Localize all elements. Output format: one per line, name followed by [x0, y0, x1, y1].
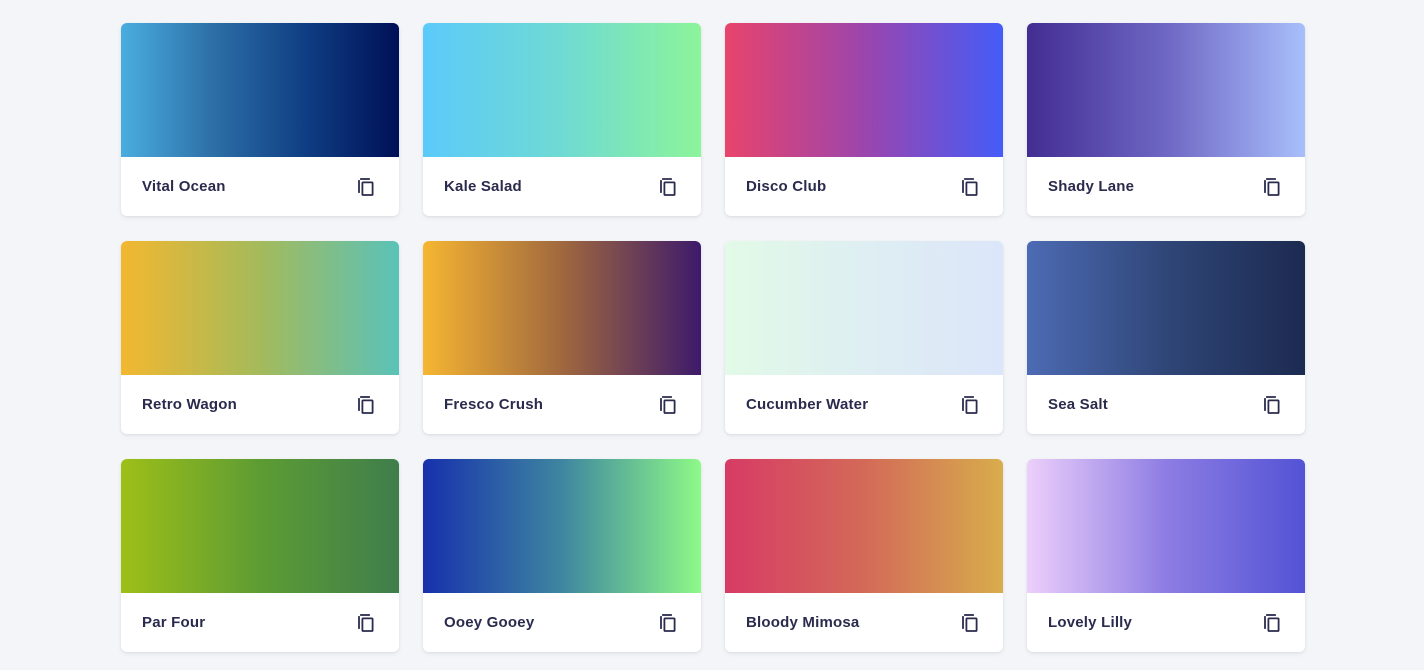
gradient-swatch[interactable] — [725, 23, 1003, 157]
copy-icon — [962, 177, 978, 196]
card-footer: Lovely Lilly — [1027, 593, 1305, 652]
gradient-grid: Vital Ocean Kale Salad Disco Club Shady … — [121, 23, 1305, 652]
gradient-swatch[interactable] — [423, 23, 701, 157]
gradient-swatch[interactable] — [121, 23, 399, 157]
card-footer: Fresco Crush — [423, 375, 701, 434]
gradient-card[interactable]: Cucumber Water — [725, 241, 1003, 434]
gradient-card[interactable]: Bloody Mimosa — [725, 459, 1003, 652]
gradient-swatch[interactable] — [725, 459, 1003, 593]
gradient-name: Par Four — [142, 614, 206, 631]
copy-button[interactable] — [1261, 612, 1283, 634]
copy-button[interactable] — [657, 176, 679, 198]
gradient-swatch[interactable] — [121, 459, 399, 593]
gradient-swatch[interactable] — [423, 241, 701, 375]
gradient-swatch[interactable] — [1027, 241, 1305, 375]
copy-button[interactable] — [657, 612, 679, 634]
copy-button[interactable] — [959, 612, 981, 634]
gradient-swatch[interactable] — [1027, 23, 1305, 157]
gradient-name: Retro Wagon — [142, 396, 237, 413]
card-footer: Vital Ocean — [121, 157, 399, 216]
gradient-name: Kale Salad — [444, 178, 522, 195]
copy-button[interactable] — [355, 394, 377, 416]
gradient-name: Vital Ocean — [142, 178, 226, 195]
card-footer: Sea Salt — [1027, 375, 1305, 434]
gradient-card[interactable]: Fresco Crush — [423, 241, 701, 434]
gradient-card[interactable]: Vital Ocean — [121, 23, 399, 216]
gradient-name: Cucumber Water — [746, 396, 869, 413]
gradient-card[interactable]: Ooey Gooey — [423, 459, 701, 652]
gradient-card[interactable]: Disco Club — [725, 23, 1003, 216]
copy-icon — [962, 395, 978, 414]
gradient-name: Lovely Lilly — [1048, 614, 1133, 631]
copy-button[interactable] — [959, 394, 981, 416]
copy-icon — [1264, 395, 1280, 414]
copy-icon — [660, 395, 676, 414]
gradient-card[interactable]: Kale Salad — [423, 23, 701, 216]
copy-button[interactable] — [1261, 394, 1283, 416]
card-footer: Disco Club — [725, 157, 1003, 216]
card-footer: Retro Wagon — [121, 375, 399, 434]
copy-button[interactable] — [355, 176, 377, 198]
card-footer: Shady Lane — [1027, 157, 1305, 216]
gradient-swatch[interactable] — [1027, 459, 1305, 593]
copy-icon — [962, 613, 978, 632]
card-footer: Ooey Gooey — [423, 593, 701, 652]
card-footer: Cucumber Water — [725, 375, 1003, 434]
copy-button[interactable] — [355, 612, 377, 634]
gradient-name: Fresco Crush — [444, 396, 544, 413]
gradient-swatch[interactable] — [725, 241, 1003, 375]
copy-button[interactable] — [1261, 176, 1283, 198]
gradient-name: Ooey Gooey — [444, 614, 535, 631]
gradient-name: Disco Club — [746, 178, 827, 195]
copy-icon — [1264, 613, 1280, 632]
card-footer: Kale Salad — [423, 157, 701, 216]
gradient-card[interactable]: Sea Salt — [1027, 241, 1305, 434]
gradient-swatch[interactable] — [423, 459, 701, 593]
copy-icon — [358, 395, 374, 414]
copy-icon — [660, 613, 676, 632]
copy-icon — [1264, 177, 1280, 196]
gradient-card[interactable]: Retro Wagon — [121, 241, 399, 434]
copy-icon — [358, 177, 374, 196]
gradient-name: Shady Lane — [1048, 178, 1135, 195]
card-footer: Bloody Mimosa — [725, 593, 1003, 652]
gradient-swatch[interactable] — [121, 241, 399, 375]
gradient-name: Bloody Mimosa — [746, 614, 860, 631]
gradient-card[interactable]: Lovely Lilly — [1027, 459, 1305, 652]
copy-icon — [660, 177, 676, 196]
copy-button[interactable] — [959, 176, 981, 198]
gradient-card[interactable]: Shady Lane — [1027, 23, 1305, 216]
card-footer: Par Four — [121, 593, 399, 652]
gradient-card[interactable]: Par Four — [121, 459, 399, 652]
copy-button[interactable] — [657, 394, 679, 416]
copy-icon — [358, 613, 374, 632]
gradient-name: Sea Salt — [1048, 396, 1108, 413]
